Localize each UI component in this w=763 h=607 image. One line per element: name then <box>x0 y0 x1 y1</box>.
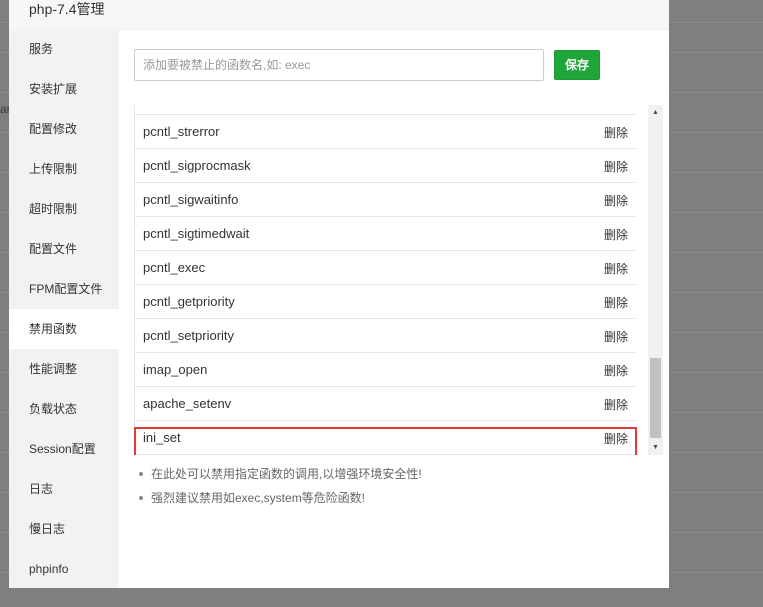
delete-link[interactable]: 删除 <box>604 294 628 311</box>
sidebar-item-label: 负载状态 <box>29 402 78 416</box>
dialog-header: php-7.4管理 <box>9 0 669 30</box>
sidebar-item-load-status[interactable]: 负载状态 <box>9 389 119 429</box>
function-name: pcntl_setpriority <box>143 328 235 343</box>
scroll-down-icon[interactable]: ▼ <box>648 440 663 455</box>
scroll-up-icon[interactable]: ▲ <box>648 105 663 120</box>
table-row: apache_setenv 删除 <box>134 387 636 421</box>
table-row <box>134 105 636 115</box>
function-name-input[interactable] <box>134 49 544 81</box>
table-row: pcntl_setpriority 删除 <box>134 319 636 353</box>
sidebar-item-log[interactable]: 日志 <box>9 469 119 509</box>
sidebar-item-label: 配置文件 <box>29 242 78 256</box>
function-name: apache_setenv <box>143 396 232 411</box>
sidebar-item-label: 安装扩展 <box>29 82 78 96</box>
sidebar-item-slow-log[interactable]: 慢日志 <box>9 509 119 549</box>
sidebar-item-config-file[interactable]: 配置文件 <box>9 229 119 269</box>
php-manager-dialog: php-7.4管理 服务 安装扩展 配置修改 上传限制 超时限制 配置文件 FP… <box>9 0 669 588</box>
function-name: pcntl_strerror <box>143 124 220 139</box>
delete-link[interactable]: 删除 <box>604 158 628 175</box>
delete-link[interactable]: 删除 <box>604 192 628 209</box>
sidebar-item-config-edit[interactable]: 配置修改 <box>9 109 119 149</box>
delete-link[interactable]: 删除 <box>604 226 628 243</box>
delete-link[interactable]: 删除 <box>604 396 628 413</box>
table-row: pcntl_exec 删除 <box>134 251 636 285</box>
scroll-thumb[interactable] <box>650 358 661 438</box>
sidebar-item-label: FPM配置文件 <box>29 282 103 296</box>
disabled-functions-table: pcntl_strerror 删除 pcntl_sigprocmask 删除 p… <box>134 105 655 455</box>
sidebar-item-upload-limit[interactable]: 上传限制 <box>9 149 119 189</box>
function-name: pcntl_getpriority <box>143 294 235 309</box>
sidebar-item-phpinfo[interactable]: phpinfo <box>9 549 119 588</box>
highlight-box <box>134 427 637 455</box>
delete-link[interactable]: 删除 <box>604 124 628 141</box>
bullet-icon <box>139 471 143 476</box>
function-name: pcntl_sigwaitinfo <box>143 192 239 207</box>
table-row: pcntl_sigwaitinfo 删除 <box>134 183 636 217</box>
sidebar-item-label: phpinfo <box>29 562 69 576</box>
tip-text: 在此处可以禁用指定函数的调用,以增强环境安全性! <box>151 467 422 481</box>
table-scrollbar[interactable]: ▲ ▼ <box>648 105 663 455</box>
sidebar-item-label: Session配置 <box>29 442 96 456</box>
sidebar-item-label: 慢日志 <box>29 522 66 536</box>
sidebar-item-performance[interactable]: 性能调整 <box>9 349 119 389</box>
sidebar-item-label: 配置修改 <box>29 122 78 136</box>
function-name: pcntl_sigprocmask <box>143 158 251 173</box>
save-button[interactable]: 保存 <box>554 50 600 80</box>
table-row: pcntl_strerror 删除 <box>134 115 636 149</box>
sidebar: 服务 安装扩展 配置修改 上传限制 超时限制 配置文件 FPM配置文件 禁用函数… <box>9 29 119 588</box>
sidebar-item-label: 上传限制 <box>29 162 78 176</box>
function-name: imap_open <box>143 362 208 377</box>
sidebar-item-label: 日志 <box>29 482 54 496</box>
tip-item: 在此处可以禁用指定函数的调用,以增强环境安全性! <box>139 465 422 482</box>
sidebar-item-disabled-functions[interactable]: 禁用函数 <box>9 309 119 349</box>
sidebar-item-timeout-limit[interactable]: 超时限制 <box>9 189 119 229</box>
sidebar-item-label: 服务 <box>29 42 54 56</box>
sidebar-item-install-extensions[interactable]: 安装扩展 <box>9 69 119 109</box>
delete-link[interactable]: 删除 <box>604 328 628 345</box>
sidebar-item-label: 禁用函数 <box>29 322 78 336</box>
table-row: imap_open 删除 <box>134 353 636 387</box>
delete-link[interactable]: 删除 <box>604 260 628 277</box>
bullet-icon <box>139 495 143 500</box>
table-row: pcntl_sigtimedwait 删除 <box>134 217 636 251</box>
sidebar-item-label: 性能调整 <box>29 362 78 376</box>
sidebar-item-service[interactable]: 服务 <box>9 29 119 69</box>
delete-link[interactable]: 删除 <box>604 362 628 379</box>
sidebar-item-fpm-config[interactable]: FPM配置文件 <box>9 269 119 309</box>
function-name: pcntl_sigtimedwait <box>143 226 250 241</box>
table-row: pcntl_sigprocmask 删除 <box>134 149 636 183</box>
table-row: pcntl_getpriority 删除 <box>134 285 636 319</box>
function-name: pcntl_exec <box>143 260 206 275</box>
sidebar-item-session-config[interactable]: Session配置 <box>9 429 119 469</box>
tip-item: 强烈建议禁用如exec,system等危险函数! <box>139 489 365 506</box>
tip-text: 强烈建议禁用如exec,system等危险函数! <box>151 491 366 505</box>
dialog-title: php-7.4管理 <box>29 1 105 17</box>
sidebar-item-label: 超时限制 <box>29 202 78 216</box>
